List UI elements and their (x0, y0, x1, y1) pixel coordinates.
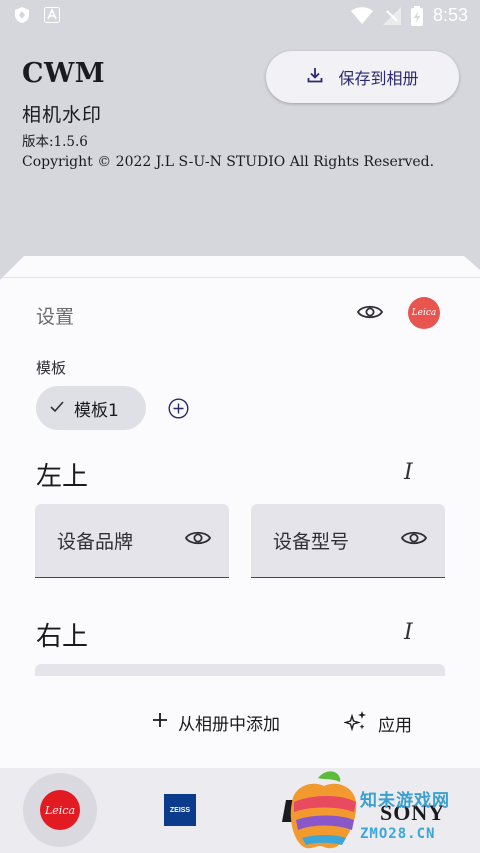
brand-zeiss-button[interactable]: ZEISS (164, 794, 196, 826)
section-title-top-right: 右上 (36, 622, 89, 652)
status-time: 8:53 (432, 5, 468, 25)
app-subtitle: 相机水印 (22, 104, 103, 126)
eye-icon[interactable] (400, 528, 428, 553)
template-chip-label: 模板1 (74, 400, 119, 421)
field-label: 设备品牌 (57, 531, 134, 553)
app-title: CWM (22, 58, 106, 89)
app-version: 版本:1.5.6 (22, 134, 88, 150)
font-app-icon (44, 7, 60, 23)
eye-icon[interactable] (184, 528, 212, 553)
add-template-icon[interactable] (168, 398, 189, 423)
app-copyright: Copyright © 2022 J.L S-U-N STUDIO All Ri… (22, 154, 435, 170)
sparkle-icon (343, 710, 368, 737)
plus-icon (152, 712, 168, 733)
save-to-album-button[interactable]: 保存到相册 (266, 51, 459, 103)
leica-logo-button[interactable]: Leica (408, 297, 440, 329)
section-title-top-left: 左上 (36, 462, 89, 492)
settings-panel[interactable]: 设置 Leica 模板 模板1 左上 I 设备品牌 设备型号 右上 I (0, 256, 480, 676)
battery-icon (410, 5, 423, 26)
template-chip[interactable]: 模板1 (36, 386, 146, 430)
status-bar: 8:53 (0, 0, 480, 34)
field-device-brand[interactable]: 设备品牌 (35, 504, 229, 578)
save-button-label: 保存到相册 (338, 69, 419, 88)
no-signal-icon (382, 6, 401, 25)
apply-button[interactable]: 应用 (343, 710, 412, 737)
watermark-url: ZMO28.CN (360, 826, 436, 842)
wifi-icon (350, 6, 373, 25)
apply-label: 应用 (378, 716, 412, 736)
preview-eye-icon[interactable] (356, 302, 384, 326)
settings-card: 设置 Leica 模板 模板1 左上 I 设备品牌 设备型号 右上 I 从相册中… (0, 256, 480, 768)
download-icon (306, 66, 324, 88)
field-device-model[interactable]: 设备型号 (251, 504, 445, 578)
brand-leica-button[interactable]: Leica (23, 773, 97, 847)
divider (0, 277, 480, 278)
template-label: 模板 (36, 359, 67, 377)
italic-toggle-top-left[interactable]: I (404, 460, 413, 485)
add-from-album-label: 从相册中添加 (178, 715, 280, 735)
field-partial[interactable] (35, 664, 445, 676)
leica-logo: Leica (40, 790, 80, 830)
field-label: 设备型号 (273, 531, 350, 553)
watermark-text: 知未游戏网 (360, 791, 450, 811)
settings-title: 设置 (36, 306, 75, 328)
shield-icon (14, 6, 30, 24)
add-from-album-button[interactable]: 从相册中添加 (152, 710, 280, 735)
bottom-actions: 从相册中添加 应用 (0, 702, 480, 746)
italic-toggle-top-right[interactable]: I (404, 620, 413, 645)
check-icon (50, 398, 64, 418)
